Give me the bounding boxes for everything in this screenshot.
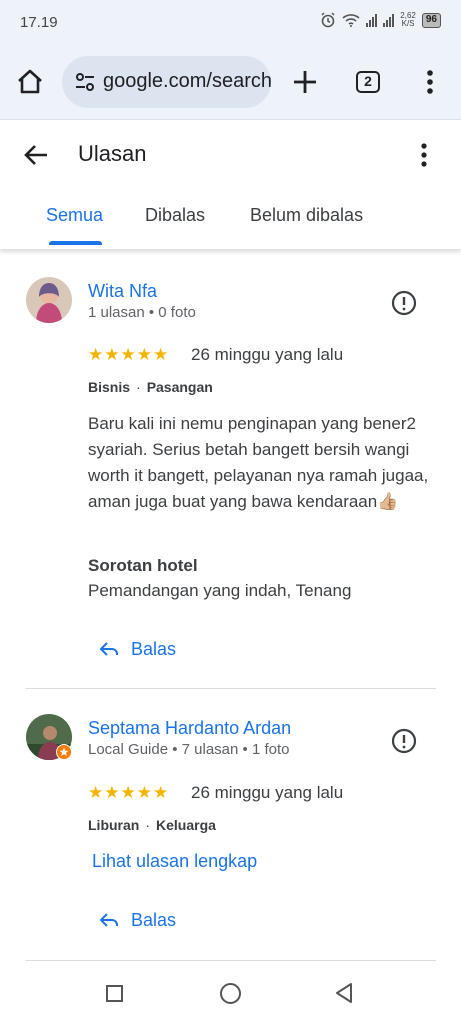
star-rating: ★★★★★ xyxy=(88,345,170,364)
more-options-icon[interactable] xyxy=(412,139,436,171)
trip-tags: Bisnis · Pasangan xyxy=(88,379,213,395)
reply-icon xyxy=(99,913,118,927)
status-bar: 17.19 2,62 K/S 96 xyxy=(0,0,461,44)
browser-menu-icon[interactable] xyxy=(418,66,442,98)
signal-icon-2 xyxy=(383,13,395,27)
review-date: 26 minggu yang lalu xyxy=(191,345,344,364)
reply-button[interactable]: Balas xyxy=(99,907,176,933)
review-date: 26 minggu yang lalu xyxy=(191,783,344,802)
reviewer-meta: Local Guide • 7 ulasan • 1 foto xyxy=(88,741,290,758)
site-settings-icon[interactable] xyxy=(74,71,96,93)
tag-trip-type: Liburan xyxy=(88,817,140,833)
reviewer-meta: 1 ulasan • 0 foto xyxy=(88,304,196,321)
browser-toolbar: google.com/search 2 xyxy=(0,44,461,120)
tag-trip-type: Bisnis xyxy=(88,379,131,395)
system-nav-bar xyxy=(0,962,461,1024)
review-text: Baru kali ini nemu penginapan yang bener… xyxy=(88,414,429,511)
trip-tags: Liburan · Keluarga xyxy=(88,817,216,833)
alarm-icon xyxy=(321,12,335,28)
back-arrow-icon[interactable] xyxy=(20,139,52,171)
tab-dibalas[interactable]: Dibalas xyxy=(145,205,205,226)
reply-button[interactable]: Balas xyxy=(99,636,176,662)
tag-travel-with: Pasangan xyxy=(146,379,213,395)
tab-switcher-button[interactable]: 2 xyxy=(356,71,380,93)
back-nav-icon[interactable] xyxy=(334,982,354,1004)
report-icon[interactable] xyxy=(391,728,417,754)
home-icon[interactable] xyxy=(14,66,46,98)
tab-semua[interactable]: Semua xyxy=(46,205,103,226)
page-title: Ulasan xyxy=(78,141,147,166)
reviewer-avatar[interactable] xyxy=(26,277,72,323)
address-bar[interactable]: google.com/search xyxy=(62,56,271,108)
reply-label: Balas xyxy=(131,638,177,659)
recent-apps-icon[interactable] xyxy=(106,985,123,1002)
signal-icon xyxy=(366,13,378,27)
reply-label: Balas xyxy=(131,909,177,930)
reply-icon xyxy=(99,642,118,656)
full-review-link[interactable]: Lihat ulasan lengkap xyxy=(92,851,257,872)
home-nav-icon[interactable] xyxy=(220,983,241,1004)
network-speed: 2,62 K/S xyxy=(400,11,416,28)
star-rating: ★★★★★ xyxy=(88,783,170,802)
tag-travel-with: Keluarga xyxy=(156,817,216,833)
highlight-text: Pemandangan yang indah, Tenang xyxy=(88,581,352,600)
local-guide-badge-icon xyxy=(56,744,72,760)
reviews-header: Ulasan Semua Dibalas Belum dibalas xyxy=(0,121,461,249)
status-time: 17.19 xyxy=(20,14,58,31)
new-tab-icon[interactable] xyxy=(289,66,321,98)
highlight-title: Sorotan hotel xyxy=(88,556,198,575)
wifi-icon xyxy=(342,14,360,27)
reviewer-name[interactable]: Wita Nfa xyxy=(88,281,157,302)
url-text[interactable]: google.com/search xyxy=(103,70,271,93)
status-icons: 2,62 K/S 96 xyxy=(320,12,441,28)
report-icon[interactable] xyxy=(391,290,417,316)
review-divider xyxy=(26,688,436,689)
active-tab-indicator xyxy=(49,241,102,245)
reviewer-name[interactable]: Septama Hardanto Ardan xyxy=(88,718,291,739)
battery-icon: 96 xyxy=(421,12,441,28)
tab-belum-dibalas[interactable]: Belum dibalas xyxy=(250,205,363,226)
review-divider xyxy=(26,960,436,961)
